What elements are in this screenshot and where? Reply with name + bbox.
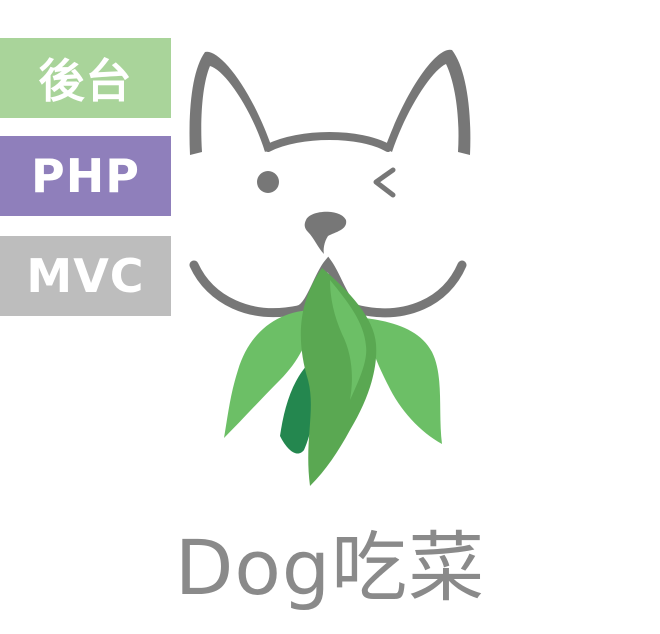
left-ear-icon bbox=[189, 51, 272, 155]
right-ear-icon bbox=[385, 49, 471, 155]
nose-icon bbox=[304, 211, 347, 254]
dog-logo-icon bbox=[189, 49, 471, 486]
page: 後台 PHP MVC Dog吃菜 bbox=[0, 0, 660, 634]
right-eye-wink-icon bbox=[373, 167, 396, 198]
tag-php: PHP bbox=[0, 136, 171, 216]
leaf-right-icon bbox=[365, 318, 442, 444]
tag-backend: 後台 bbox=[0, 38, 171, 118]
head-top-line bbox=[264, 132, 392, 152]
brand-name: Dog吃菜 bbox=[174, 523, 486, 612]
tag-mvc: MVC bbox=[0, 236, 171, 316]
left-eye-icon bbox=[257, 171, 279, 193]
